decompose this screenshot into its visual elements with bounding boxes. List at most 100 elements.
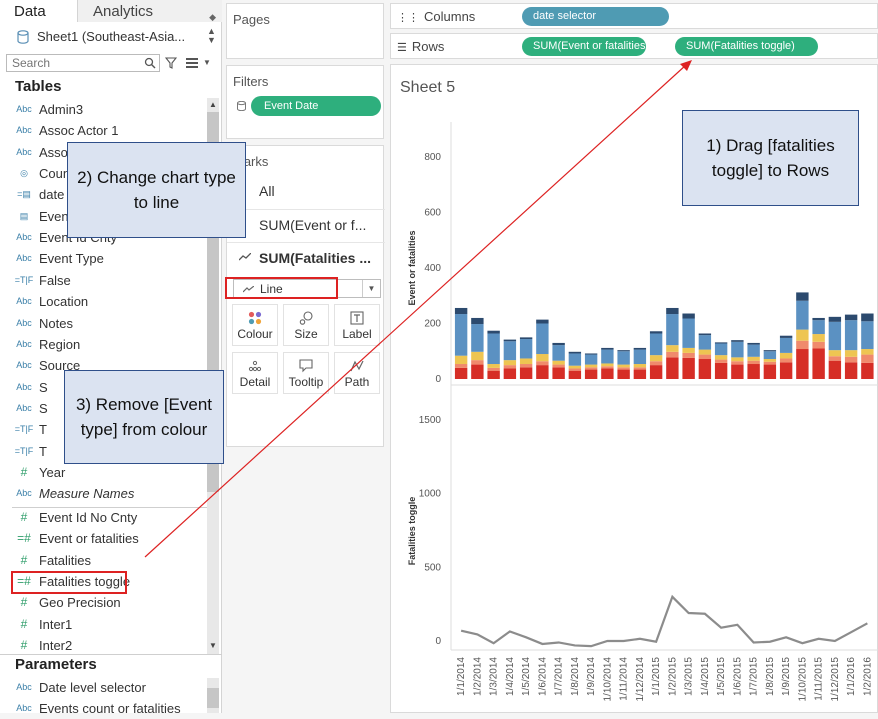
- bar-segment: [666, 357, 679, 379]
- tooltip-label: Tooltip: [288, 375, 324, 389]
- dimension-item[interactable]: Abc Event Type: [0, 248, 205, 269]
- bar-segment: [633, 367, 647, 370]
- rows-shelf[interactable]: ☰ Rows SUM(Event or fatalities) SUM(Fatal…: [390, 33, 878, 59]
- dimension-item[interactable]: Abc Measure Names: [0, 483, 205, 504]
- bar-segment: [812, 334, 825, 342]
- size-button[interactable]: Size: [283, 304, 329, 346]
- annotation-text-2: 2) Change chart type to line: [77, 168, 236, 212]
- dimension-item[interactable]: Abc Notes: [0, 313, 205, 334]
- y-tick-label-top: 800: [424, 152, 441, 163]
- parameter-item[interactable]: Abc Date level selector: [0, 677, 205, 698]
- measure-item[interactable]: # Event Id No Cnty: [0, 507, 205, 528]
- bar-segment: [519, 358, 533, 365]
- field-type-icon: Abc: [16, 488, 32, 499]
- bar-segment: [584, 369, 598, 379]
- list-view-icon[interactable]: [186, 58, 198, 68]
- bar-segment: [552, 345, 565, 361]
- bar-segment: [519, 339, 533, 359]
- bar-segment: [601, 349, 614, 364]
- field-type-icon: =T|F: [14, 274, 34, 285]
- bar-segment: [633, 349, 647, 365]
- colour-button[interactable]: Colour: [232, 304, 278, 346]
- bar-segment: [698, 354, 712, 360]
- filters-card[interactable]: Filters Event Date: [226, 65, 384, 139]
- bar-segment: [747, 342, 760, 345]
- parameter-scrollbar-thumb[interactable]: [207, 688, 219, 708]
- rows-label-text: Rows: [411, 39, 445, 54]
- chevron-down-icon[interactable]: ▼: [203, 58, 211, 67]
- field-search: [6, 54, 160, 72]
- x-tick-label: 1/8/2015: [765, 657, 776, 696]
- tab-analytics-label: Analytics: [93, 3, 154, 20]
- x-tick-label: 1/1/2016: [846, 657, 857, 696]
- up-down-arrows-icon[interactable]: ▲ ▼: [207, 27, 216, 45]
- parameter-item[interactable]: Abc Events count or fatalities: [0, 698, 205, 719]
- marks-tab-fatalities-toggle[interactable]: SUM(Fatalities ...: [227, 242, 385, 273]
- tab-analytics[interactable]: Analytics ◆: [78, 0, 222, 22]
- bar-segment: [568, 370, 582, 379]
- field-type-icon: =T|F: [14, 424, 34, 435]
- label-button[interactable]: Label: [334, 304, 380, 346]
- label-icon: [350, 311, 364, 325]
- dimension-item[interactable]: Abc Location: [0, 291, 205, 312]
- bar-segment: [536, 319, 549, 324]
- x-tick-label: 1/10/2014: [602, 657, 613, 702]
- measure-item[interactable]: # Fatalities: [0, 550, 205, 571]
- field-label: Assoc Actor 1: [39, 123, 119, 139]
- x-tick-label: 1/10/2015: [797, 657, 808, 702]
- path-button[interactable]: Path: [334, 352, 380, 394]
- bar-segment: [471, 364, 484, 379]
- columns-icon: ⋮⋮: [397, 12, 419, 24]
- field-label: Fatalities: [39, 552, 92, 568]
- dimension-item[interactable]: Abc Assoc Actor 1: [0, 120, 205, 141]
- x-tick-label: 1/7/2014: [554, 657, 565, 696]
- bar-segment: [536, 361, 549, 366]
- field-label: Inter2: [39, 637, 73, 653]
- bar-segment: [666, 345, 679, 352]
- bar-segment: [536, 365, 549, 379]
- y-tick-label-bottom: 500: [424, 562, 441, 573]
- datasource-selector[interactable]: Sheet1 (Southeast-Asia... ▲ ▼: [0, 26, 222, 48]
- search-input[interactable]: [7, 55, 137, 71]
- scroll-up-icon[interactable]: ▲: [209, 100, 217, 109]
- parameters-divider: [0, 654, 222, 655]
- scroll-down-icon[interactable]: ▼: [209, 641, 217, 650]
- measure-item[interactable]: # Geo Precision: [0, 592, 205, 613]
- dimension-item[interactable]: Abc Region: [0, 334, 205, 355]
- marks-tab-event-or-fatalities[interactable]: SUM(Event or f...: [227, 209, 385, 240]
- dimension-item[interactable]: =T|F False: [0, 270, 205, 291]
- field-type-icon: #: [20, 595, 28, 610]
- pill-sum-fatalities-toggle[interactable]: SUM(Fatalities toggle): [675, 37, 818, 56]
- y-tick-label-top: 600: [424, 208, 441, 219]
- marks-tab-label: SUM(Event or f...: [259, 217, 367, 233]
- field-type-icon: =#: [17, 531, 31, 546]
- bar-segment: [779, 335, 793, 338]
- detail-button[interactable]: Detail: [232, 352, 278, 394]
- x-tick-label: 1/4/2015: [700, 657, 711, 696]
- dimension-item[interactable]: Abc Admin3: [0, 99, 205, 120]
- filter-icon[interactable]: [165, 57, 177, 69]
- columns-shelf[interactable]: ⋮⋮ Columns date selector: [390, 3, 878, 29]
- x-tick-label: 1/7/2015: [749, 657, 760, 696]
- field-type-icon: #: [20, 616, 28, 631]
- filter-pill-event-date[interactable]: Event Date: [251, 96, 381, 116]
- tab-data[interactable]: Data: [0, 0, 78, 22]
- marks-tab-all[interactable]: All: [227, 176, 385, 207]
- pages-card[interactable]: Pages: [226, 3, 384, 59]
- x-tick-label: 1/5/2014: [521, 657, 532, 696]
- field-type-icon: =T|F: [14, 445, 34, 456]
- measure-item[interactable]: # Inter2: [0, 635, 205, 656]
- x-tick-label: 1/6/2015: [732, 657, 743, 696]
- tooltip-button[interactable]: Tooltip: [283, 352, 329, 394]
- pill-date-selector[interactable]: date selector: [522, 7, 669, 26]
- bar-segment: [861, 354, 874, 363]
- bar-segment: [844, 314, 858, 321]
- measure-item[interactable]: =# Event or fatalities: [0, 528, 205, 549]
- dimension-item[interactable]: # Year: [0, 462, 205, 483]
- measure-item[interactable]: # Inter1: [0, 614, 205, 635]
- size-label: Size: [294, 327, 318, 341]
- search-icon[interactable]: [144, 57, 156, 69]
- x-tick-label: 1/11/2015: [814, 657, 825, 701]
- chevron-down-icon[interactable]: ▼: [362, 280, 380, 297]
- pill-sum-event-or-fatalities[interactable]: SUM(Event or fatalities): [522, 37, 649, 56]
